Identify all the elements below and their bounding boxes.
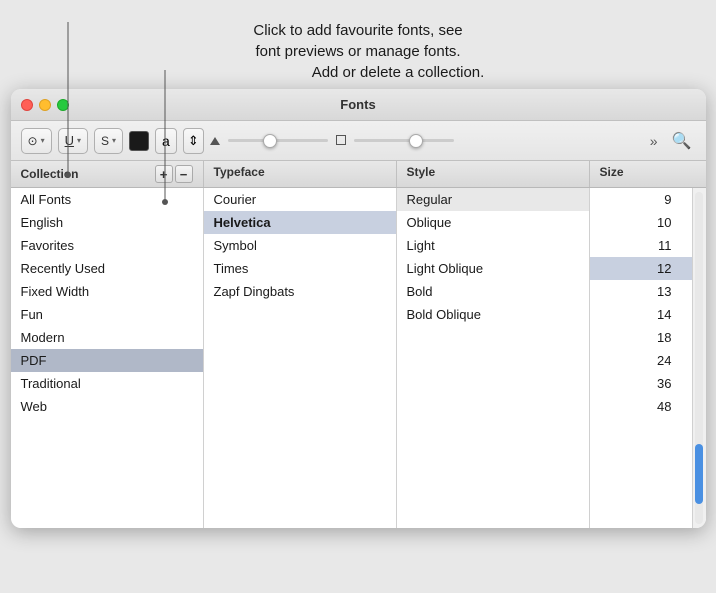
collection-item[interactable]: Fixed Width: [11, 280, 203, 303]
collection-item[interactable]: Modern: [11, 326, 203, 349]
action-icon: ⊙: [28, 134, 38, 148]
size-item[interactable]: 14: [590, 303, 692, 326]
titlebar: Fonts: [11, 89, 706, 121]
slider-track-1: [228, 139, 328, 142]
window-title: Fonts: [340, 97, 375, 112]
column-headers: Collection + − Typeface Style Size: [11, 161, 706, 188]
size-item[interactable]: 9: [590, 188, 692, 211]
size-item[interactable]: 18: [590, 326, 692, 349]
style-item[interactable]: Regular: [397, 188, 589, 211]
style-item[interactable]: Bold Oblique: [397, 303, 589, 326]
toolbar: ⊙ ▾ U ▾ S ▾ a ⇕: [11, 121, 706, 161]
size-area: 9101112131418243648: [590, 188, 706, 528]
letter-a-icon: a: [162, 133, 170, 149]
chevron-down-icon: ▾: [77, 136, 81, 145]
size-item[interactable]: 13: [590, 280, 692, 303]
chevron-down-icon: ▾: [112, 136, 116, 145]
size-item[interactable]: 24: [590, 349, 692, 372]
style-list: RegularObliqueLightLight ObliqueBoldBold…: [397, 188, 590, 528]
content-area: All FontsEnglishFavoritesRecently UsedFi…: [11, 188, 706, 528]
slider-thumb-2[interactable]: [409, 134, 423, 148]
slider-track-2: [354, 139, 454, 142]
scrollbar-track: [695, 192, 703, 524]
style-item[interactable]: Light: [397, 234, 589, 257]
remove-collection-button[interactable]: −: [175, 165, 193, 183]
spacing-icon: ⇕: [188, 133, 199, 149]
fonts-window: Fonts ⊙ ▾ U ▾ S ▾ a: [11, 89, 706, 528]
scrollbar-thumb[interactable]: [695, 444, 703, 504]
size-button[interactable]: S ▾: [94, 128, 123, 154]
collection-item[interactable]: Recently Used: [11, 257, 203, 280]
style-column-header: Style: [397, 161, 590, 187]
collection-item[interactable]: All Fonts: [11, 188, 203, 211]
tooltip-line3: Add or delete a collection.: [50, 62, 666, 83]
traffic-lights: [21, 99, 69, 111]
slider-thumb-1[interactable]: [263, 134, 277, 148]
typeface-list: CourierHelveticaSymbolTimesZapf Dingbats: [204, 188, 397, 528]
minimize-button[interactable]: [39, 99, 51, 111]
typeface-item[interactable]: Zapf Dingbats: [204, 280, 396, 303]
size-item[interactable]: 48: [590, 395, 692, 418]
size-list: 9101112131418243648: [590, 188, 692, 528]
slider-container: [210, 132, 640, 150]
color-swatch[interactable]: [129, 131, 149, 151]
collection-item[interactable]: Favorites: [11, 234, 203, 257]
typeface-item[interactable]: Helvetica: [204, 211, 396, 234]
typeface-item[interactable]: Symbol: [204, 234, 396, 257]
collection-column-header: Collection + −: [11, 161, 204, 187]
toolbar-overflow-button[interactable]: »: [646, 131, 662, 151]
tooltip-area: Click to add favourite fonts, see font p…: [10, 10, 706, 89]
size-item[interactable]: 36: [590, 372, 692, 395]
size-item[interactable]: 11: [590, 234, 692, 257]
size-item[interactable]: 12: [590, 257, 692, 280]
triangle-icon: [210, 137, 220, 145]
style-item[interactable]: Bold: [397, 280, 589, 303]
style-item[interactable]: Oblique: [397, 211, 589, 234]
collection-item[interactable]: Web: [11, 395, 203, 418]
maximize-button[interactable]: [57, 99, 69, 111]
collection-list: All FontsEnglishFavoritesRecently UsedFi…: [11, 188, 204, 528]
collection-item[interactable]: PDF: [11, 349, 203, 372]
collection-item[interactable]: Traditional: [11, 372, 203, 395]
collection-controls: + −: [155, 165, 193, 183]
size-item[interactable]: 10: [590, 211, 692, 234]
typeface-column-header: Typeface: [204, 161, 397, 187]
rect-icon: [336, 135, 346, 145]
typeface-item[interactable]: Times: [204, 257, 396, 280]
chevron-down-icon: ▾: [41, 136, 45, 145]
size-scrollbar: [692, 188, 706, 528]
underline-button[interactable]: U ▾: [58, 128, 88, 154]
action-button[interactable]: ⊙ ▾: [21, 128, 52, 154]
size-label: S: [101, 134, 109, 148]
collection-item[interactable]: Fun: [11, 303, 203, 326]
tooltip-line1: Click to add favourite fonts, see: [50, 20, 666, 41]
line-spacing-button[interactable]: ⇕: [183, 128, 204, 154]
search-button[interactable]: 🔍: [668, 129, 696, 153]
underline-icon: U: [65, 133, 74, 148]
typeface-item[interactable]: Courier: [204, 188, 396, 211]
collection-item[interactable]: English: [11, 211, 203, 234]
close-button[interactable]: [21, 99, 33, 111]
tooltip-line2: font previews or manage fonts.: [50, 41, 666, 62]
style-item[interactable]: Light Oblique: [397, 257, 589, 280]
text-color-button[interactable]: a: [155, 128, 177, 154]
add-collection-button[interactable]: +: [155, 165, 173, 183]
size-column-header: Size: [590, 161, 670, 187]
